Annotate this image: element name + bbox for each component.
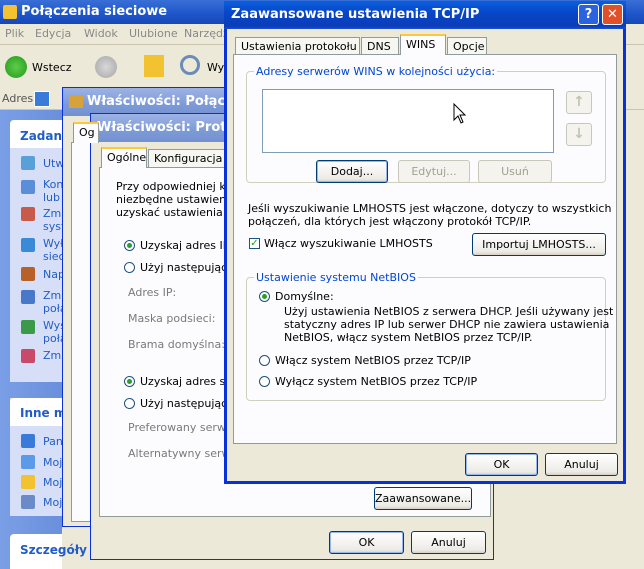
task-item[interactable]: Wył siec [43, 237, 65, 263]
ip-address-label: Adres IP: [128, 286, 177, 299]
control-panel-icon [21, 434, 35, 448]
tab-general-label: Ogólne [107, 151, 147, 164]
folder-up-icon[interactable] [144, 55, 164, 77]
auto-dns-label[interactable]: Uzyskaj adres ser [140, 375, 237, 388]
edit-button[interactable]: Edytuj... [398, 160, 470, 183]
netbios-disable-label[interactable]: Wyłącz system NetBIOS przez TCP/IP [275, 375, 477, 388]
other-item[interactable]: Pan [43, 435, 63, 448]
netbios-enable-radio[interactable] [259, 355, 270, 366]
disable-network-icon [21, 238, 35, 252]
netbios-default-radio[interactable] [259, 291, 270, 302]
preferred-dns-label: Preferowany serwer [128, 421, 238, 434]
help-icon[interactable]: ? [578, 4, 599, 25]
connection-properties-titlebar: Właściwości: Połączen [63, 88, 251, 116]
add-button[interactable]: Dodaj... [316, 160, 388, 183]
lmhosts-checkbox-label[interactable]: Włącz wyszukiwanie LMHOSTS [264, 237, 433, 250]
task-item[interactable]: Zmi poła [43, 289, 67, 315]
forward-arrow-icon[interactable] [95, 56, 117, 78]
tab-dns-label: DNS [367, 40, 391, 53]
other-item[interactable]: Moj [43, 496, 62, 509]
task-item[interactable]: Wys poła [43, 319, 67, 345]
tab-general[interactable]: Og [73, 122, 99, 143]
menu-edit[interactable]: Edycja [35, 27, 71, 40]
other-item[interactable]: Moj [43, 456, 62, 469]
menu-favorites[interactable]: Ulubione [129, 27, 178, 40]
tab-ip-settings[interactable]: Ustawienia protokołu IP [235, 37, 370, 55]
tab-dns[interactable]: DNS [361, 37, 399, 55]
tab-wins-label: WINS [406, 38, 436, 51]
default-gateway-label: Brama domyślna: [128, 338, 225, 351]
move-down-button[interactable]: ↓ [566, 123, 592, 146]
tab-general-label: Og [79, 126, 95, 139]
rename-connection-icon [21, 290, 35, 304]
menu-view[interactable]: Widok [84, 27, 118, 40]
home-network-icon [21, 180, 35, 194]
other-item[interactable]: Moj [43, 476, 62, 489]
lmhosts-info-line: połączeń, dla których jest włączony prot… [248, 215, 532, 228]
wins-servers-list[interactable] [262, 89, 554, 153]
tab-ip-settings-label: Ustawienia protokołu IP [241, 40, 371, 53]
ok-button[interactable]: OK [465, 453, 538, 476]
address-label: Adres [2, 92, 34, 105]
netbios-default-desc: NetBIOS, włącz system NetBIOS przez TCP/… [284, 331, 533, 344]
ok-button[interactable]: OK [329, 531, 404, 554]
advanced-tcpip-window: Zaawansowane ustawienia TCP/IP ? ✕ Ustaw… [224, 1, 626, 484]
close-icon[interactable]: ✕ [602, 4, 623, 25]
static-dns-radio[interactable] [124, 398, 135, 409]
back-label[interactable]: Wstecz [32, 61, 72, 74]
network-icon [34, 91, 50, 107]
connection-icon [69, 96, 83, 108]
remove-button[interactable]: Usuń [478, 160, 552, 183]
move-up-button[interactable]: ↑ [566, 91, 592, 114]
change-settings-icon [21, 349, 35, 363]
repair-icon [21, 267, 35, 281]
netbios-disable-radio[interactable] [259, 376, 270, 387]
cancel-button[interactable]: Anuluj [545, 453, 618, 476]
my-network-icon [21, 455, 35, 469]
tab-options-label: Opcje [453, 40, 485, 53]
my-computer-icon [21, 495, 35, 509]
tab-general[interactable]: Ogólne [101, 147, 147, 168]
netbios-default-desc: statyczny adres IP lub serwer DHCP nie z… [284, 318, 610, 331]
create-connection-icon [21, 156, 35, 170]
firewall-icon [21, 207, 35, 221]
advanced-tcpip-titlebar: Zaawansowane ustawienia TCP/IP ? ✕ [224, 1, 626, 29]
auto-ip-radio[interactable] [124, 240, 135, 251]
search-icon[interactable] [180, 55, 200, 75]
explorer-title: Połączenia sieciowe [21, 4, 168, 19]
tab-wins[interactable]: WINS [400, 34, 446, 55]
wins-servers-group-label: Adresy serwerów WINS w kolejności użycia… [254, 65, 498, 78]
lmhosts-info-line: Jeśli wyszukiwanie LMHOSTS jest włączone… [248, 202, 612, 215]
tab-options[interactable]: Opcje [447, 37, 487, 55]
menu-tools[interactable]: Narzędz [184, 27, 229, 40]
task-item[interactable]: Kon lub [43, 178, 63, 204]
lmhosts-checkbox[interactable]: ✓ [249, 238, 260, 249]
netbios-group-label: Ustawienie systemu NetBIOS [254, 271, 418, 284]
view-status-icon [21, 320, 35, 334]
advanced-tcpip-title: Zaawansowane ustawienia TCP/IP [231, 7, 480, 22]
static-ip-radio[interactable] [124, 262, 135, 273]
netbios-enable-label[interactable]: Włącz system NetBIOS przez TCP/IP [275, 354, 471, 367]
advanced-button[interactable]: Zaawansowane... [374, 487, 472, 510]
network-folder-icon [3, 5, 17, 19]
netbios-default-desc: Użyj ustawienia NetBIOS z serwera DHCP. … [284, 305, 614, 318]
details-header: Szczegóły [20, 543, 87, 557]
task-item[interactable]: Zmi syst [43, 207, 65, 233]
my-documents-icon [21, 475, 35, 489]
menu-file[interactable]: Plik [5, 27, 24, 40]
other-places-header: Inne m [20, 406, 67, 420]
import-lmhosts-button[interactable]: Importuj LMHOSTS... [472, 233, 606, 256]
back-arrow-icon[interactable] [5, 56, 27, 78]
netbios-default-label[interactable]: Domyślne: [275, 290, 334, 303]
cancel-button[interactable]: Anuluj [411, 531, 486, 554]
wins-tab-body: Adresy serwerów WINS w kolejności użycia… [233, 54, 617, 444]
subnet-mask-label: Maska podsieci: [128, 312, 216, 325]
auto-dns-radio[interactable] [124, 376, 135, 387]
